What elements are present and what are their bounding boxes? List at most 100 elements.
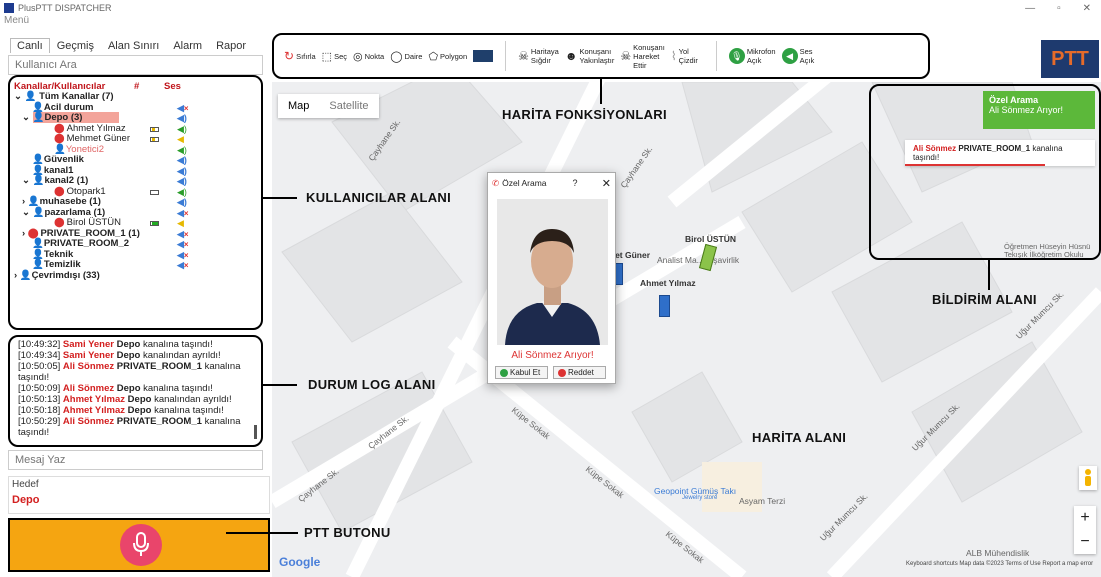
poi-label: Jewelry store bbox=[682, 495, 718, 501]
map-attribution[interactable]: Keyboard shortcuts Map data ©2023 Terms … bbox=[906, 561, 1093, 567]
tab-report[interactable]: Rapor bbox=[209, 38, 253, 53]
tab-geofence[interactable]: Alan Sınırı bbox=[101, 38, 166, 53]
tree-row[interactable]: › 👤Çevrimdışı (33) bbox=[14, 269, 257, 282]
tree-label: Birol ÜSTÜN bbox=[66, 217, 122, 228]
street-view-icon[interactable] bbox=[1079, 466, 1097, 490]
point-icon: ◎ bbox=[353, 50, 363, 63]
caller-text: Ali Sönmez Arıyor! bbox=[511, 350, 594, 361]
sound-low-icon[interactable]: ◀ bbox=[177, 218, 184, 229]
tree-label: Depo (3) bbox=[44, 112, 83, 123]
tree-row[interactable]: ⌄ 👤kanal2 (1) ◀) bbox=[14, 175, 257, 187]
target-value: Depo bbox=[12, 494, 40, 506]
battery-icon bbox=[150, 221, 159, 226]
tree-row[interactable]: ⌄ 👤pazarlama (1) ◀ bbox=[14, 207, 257, 219]
sound-on-icon[interactable]: ◀) bbox=[177, 113, 187, 124]
dialog-header: ✆ Özel Arama ? ✕ bbox=[488, 173, 615, 193]
tree-label: PRIVATE_ROOM_2 bbox=[43, 238, 130, 249]
radio-marker-ahmet[interactable] bbox=[659, 295, 670, 317]
draw-road-button[interactable]: ⌇ Yol Çizdir bbox=[671, 47, 698, 65]
app-title: PlusPTT DISPATCHER bbox=[18, 3, 112, 13]
notification-subtitle: Ali Sönmez Arıyor! bbox=[989, 105, 1064, 115]
sound-on-icon[interactable]: ◀) bbox=[177, 166, 187, 177]
maximize-icon[interactable]: ▫ bbox=[1057, 3, 1061, 14]
sound-low-icon[interactable]: ◀ bbox=[177, 134, 184, 145]
point-button[interactable]: ◎ Nokta bbox=[353, 50, 384, 63]
sound-on-icon[interactable]: ◀) bbox=[177, 197, 187, 208]
accept-phone-icon bbox=[500, 368, 508, 377]
location-pin-icon: ⬤ bbox=[54, 122, 65, 134]
reset-icon: ↻ bbox=[284, 49, 295, 63]
close-window-icon[interactable]: ✕ bbox=[1083, 3, 1091, 14]
ptt-button[interactable] bbox=[8, 518, 270, 572]
sound-on-icon[interactable]: ◀) bbox=[177, 155, 187, 166]
minimize-icon[interactable]: — bbox=[1025, 3, 1035, 14]
zoom-to-speaker-button[interactable]: ☻ Konuşanı Yakınlaştır bbox=[565, 47, 615, 65]
map-type-satellite[interactable]: Satellite bbox=[319, 94, 378, 118]
app-icon bbox=[4, 3, 14, 13]
tree-row[interactable]: ⬤ Ahmet Yılmaz ◀) bbox=[14, 122, 257, 135]
tree-label: kanal2 (1) bbox=[44, 175, 89, 186]
tree-label: Güvenlik bbox=[43, 154, 84, 165]
sound-on-icon[interactable]: ◀) bbox=[177, 145, 187, 156]
channel-move-notification[interactable]: Ali Sönmez PRIVATE_ROOM_1 kanalına taşın… bbox=[905, 140, 1095, 166]
fit-map-button[interactable]: ☠ Haritaya Sığdır bbox=[518, 47, 559, 65]
follow-speaker-button[interactable]: ☠ Konuşanı Hareket Ettir bbox=[620, 43, 664, 70]
tree-label: muhasebe (1) bbox=[39, 196, 101, 207]
tree-row[interactable]: ⌄ 👤Depo (3) ◀) bbox=[14, 112, 257, 124]
battery-icon bbox=[150, 126, 159, 132]
map-type-map[interactable]: Map bbox=[278, 94, 319, 118]
message-input[interactable] bbox=[8, 450, 263, 470]
tree-label: PRIVATE_ROOM_1 (1) bbox=[40, 227, 140, 239]
speaker-on-icon: ◀ bbox=[781, 48, 798, 64]
follow-speaker-icon: ☠ bbox=[620, 49, 632, 63]
poi-label: ALB Mühendislik bbox=[966, 548, 1030, 558]
accept-call-button[interactable]: Kabul Et bbox=[495, 366, 548, 379]
sound-toggle[interactable]: ◀ Ses Açık bbox=[781, 47, 814, 65]
location-pin-icon: ⬤ bbox=[54, 185, 65, 197]
circle-icon: ◯ bbox=[390, 50, 403, 63]
reject-call-button[interactable]: Reddet bbox=[553, 366, 606, 379]
channel-user-tree: Kanallar/Kullanıcılar # Ses ⌄ 👤 Tüm Kana… bbox=[8, 75, 263, 330]
tab-live[interactable]: Canlı bbox=[10, 38, 50, 53]
zoom-out-button[interactable]: − bbox=[1074, 530, 1096, 554]
close-dialog-button[interactable]: ✕ bbox=[602, 177, 611, 190]
zoom-in-button[interactable]: + bbox=[1074, 506, 1096, 530]
polygon-color-swatch[interactable] bbox=[473, 50, 494, 62]
poi-label: Analist Ma... ...şavirlik bbox=[657, 255, 740, 265]
tree-header-count: # bbox=[134, 81, 140, 92]
tab-alarm[interactable]: Alarm bbox=[166, 38, 209, 53]
tree-label: Yonetici2 bbox=[65, 143, 105, 155]
tree-label: Çevrimdışı (33) bbox=[31, 269, 100, 281]
tree-label: Acil durum bbox=[43, 101, 94, 113]
map-functions-toolbar: ↻ Sıfırla ⬚ Seç ◎ Nokta ◯ Daire ⬠ Polygon ☠ Ha… bbox=[272, 33, 930, 79]
tree-label: Mehmet Güner bbox=[66, 133, 131, 144]
caller-photo bbox=[497, 199, 608, 345]
notification-title: Özel Arama bbox=[989, 95, 1039, 105]
toolbar-separator bbox=[505, 41, 507, 71]
fit-map-icon: ☠ bbox=[518, 49, 529, 63]
help-button[interactable]: ? bbox=[573, 178, 578, 188]
private-call-notification[interactable]: Özel Arama Ali Sönmez Arıyor! bbox=[983, 91, 1095, 129]
sound-on-icon[interactable]: ◀) bbox=[177, 124, 187, 135]
draw-road-icon: ⌇ bbox=[670, 49, 677, 63]
microphone-toggle[interactable]: 🎙 Mikrofon Açık bbox=[728, 47, 776, 65]
tab-bar: Canlı Geçmiş Alan Sınırı Alarm Rapor bbox=[10, 38, 253, 53]
select-icon: ⬚ bbox=[321, 50, 333, 63]
tree-row[interactable]: ⬤ Mehmet Güner ◀ bbox=[14, 133, 257, 145]
log-entry: [10:50:18] Ahmet Yılmaz Depo kanalına ta… bbox=[18, 405, 224, 416]
tree-label: Teknik bbox=[43, 248, 74, 260]
sound-on-icon[interactable]: ◀) bbox=[177, 176, 187, 187]
polygon-icon: ⬠ bbox=[428, 50, 439, 63]
tab-history[interactable]: Geçmiş bbox=[50, 38, 101, 53]
menu-button[interactable]: Menü bbox=[0, 15, 29, 29]
user-search-input[interactable] bbox=[8, 55, 263, 75]
sound-on-icon[interactable]: ◀) bbox=[177, 187, 187, 198]
annotation-log-area: DURUM LOG ALANI bbox=[308, 377, 436, 392]
circle-button[interactable]: ◯ Daire bbox=[390, 50, 422, 63]
log-entry: [10:49:32] Sami Yener Depo kanalına taşı… bbox=[18, 339, 213, 350]
log-scrollbar[interactable] bbox=[254, 425, 257, 439]
polygon-button[interactable]: ⬠ Polygon bbox=[428, 50, 467, 63]
select-button[interactable]: ⬚ Seç bbox=[322, 50, 347, 63]
microphone-on-icon: 🎙 bbox=[728, 48, 745, 64]
reset-button[interactable]: ↻ Sıfırla bbox=[284, 49, 316, 63]
